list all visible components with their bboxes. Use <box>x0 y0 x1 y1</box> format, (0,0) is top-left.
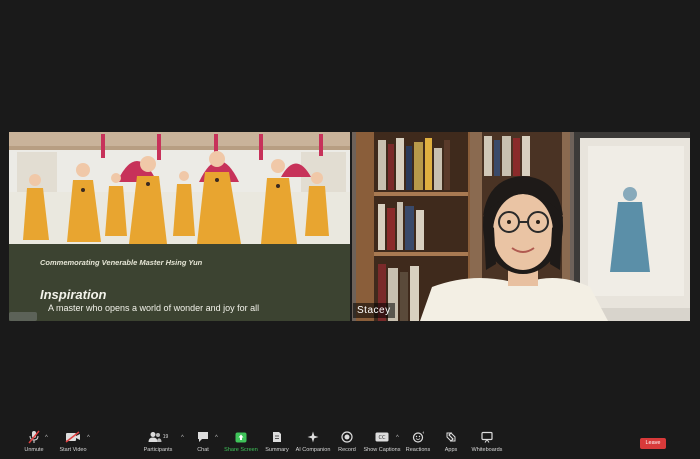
unmute-label: Unmute <box>24 447 44 453</box>
captions-icon: CC <box>375 428 389 446</box>
slide-illustration <box>9 132 350 244</box>
participants-icon: 19 <box>148 428 169 446</box>
slide-title: Inspiration <box>40 287 107 302</box>
leave-button[interactable]: Leave <box>640 438 666 449</box>
sparkle-icon <box>307 428 319 446</box>
svg-text:+: + <box>422 431 424 435</box>
chat-bubble-icon <box>197 428 209 446</box>
video-options-caret[interactable]: ^ <box>87 435 90 441</box>
start-video-label: Start Video <box>59 447 87 453</box>
whiteboards-label: Whiteboards <box>471 447 503 453</box>
slide-subtitle: Commemorating Venerable Master Hsing Yun <box>40 258 203 267</box>
summary-document-icon <box>272 428 282 446</box>
participant-video-tile[interactable] <box>352 132 690 321</box>
microphone-muted-icon <box>28 428 40 446</box>
apps-icon <box>445 428 457 446</box>
shared-screen[interactable]: Commemorating Venerable Master Hsing Yun… <box>9 132 350 321</box>
record-label: Record <box>338 447 356 453</box>
meeting-toolbar: Unmute ^ Start Video ^ 19 Participants ^… <box>0 425 700 459</box>
record-icon <box>341 428 353 446</box>
participant-video <box>352 132 690 321</box>
slide-text-panel: Commemorating Venerable Master Hsing Yun… <box>9 244 350 321</box>
smiley-plus-icon: + <box>412 428 424 446</box>
whiteboards-button[interactable]: Whiteboards <box>462 428 512 453</box>
chat-label: Chat <box>197 447 209 453</box>
participants-button[interactable]: 19 Participants <box>133 428 183 453</box>
apps-label: Apps <box>444 447 458 453</box>
share-view-handle[interactable] <box>9 312 37 321</box>
camera-off-icon <box>65 428 81 446</box>
start-video-button[interactable]: Start Video <box>48 428 98 453</box>
slide-body: A master who opens a world of wonder and… <box>48 303 260 313</box>
whiteboard-icon <box>481 428 493 446</box>
participant-name-tag: Stacey <box>353 303 395 318</box>
summary-label: Summary <box>265 447 289 453</box>
share-screen-icon <box>235 428 247 446</box>
svg-text:CC: CC <box>379 435 386 441</box>
participants-count: 19 <box>162 434 169 440</box>
participants-label: Participants <box>143 447 173 453</box>
